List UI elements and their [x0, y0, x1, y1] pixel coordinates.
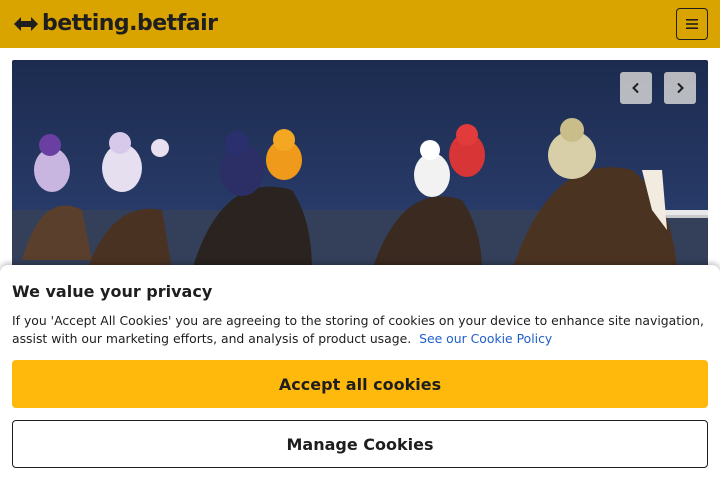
site-header: betting.betfair: [0, 0, 720, 48]
hamburger-menu-icon: [686, 19, 698, 29]
cookie-consent-banner: We value your privacy If you 'Accept All…: [0, 265, 720, 480]
manage-cookies-button[interactable]: Manage Cookies: [12, 420, 708, 468]
betfair-arrows-icon: [14, 17, 38, 31]
cookie-title: We value your privacy: [12, 282, 213, 301]
cookie-description-text: If you 'Accept All Cookies' you are agre…: [12, 313, 704, 346]
cookie-policy-link[interactable]: See our Cookie Policy: [419, 331, 552, 346]
carousel-prev-button[interactable]: [620, 72, 652, 104]
chevron-left-icon: [632, 82, 639, 94]
accept-all-cookies-button[interactable]: Accept all cookies: [12, 360, 708, 408]
chevron-right-icon: [677, 82, 684, 94]
logo-text: betting.betfair: [42, 11, 218, 36]
betfair-logo[interactable]: betting.betfair: [12, 9, 218, 39]
cookie-description: If you 'Accept All Cookies' you are agre…: [12, 312, 708, 348]
carousel-next-button[interactable]: [664, 72, 696, 104]
menu-button[interactable]: [676, 8, 708, 40]
